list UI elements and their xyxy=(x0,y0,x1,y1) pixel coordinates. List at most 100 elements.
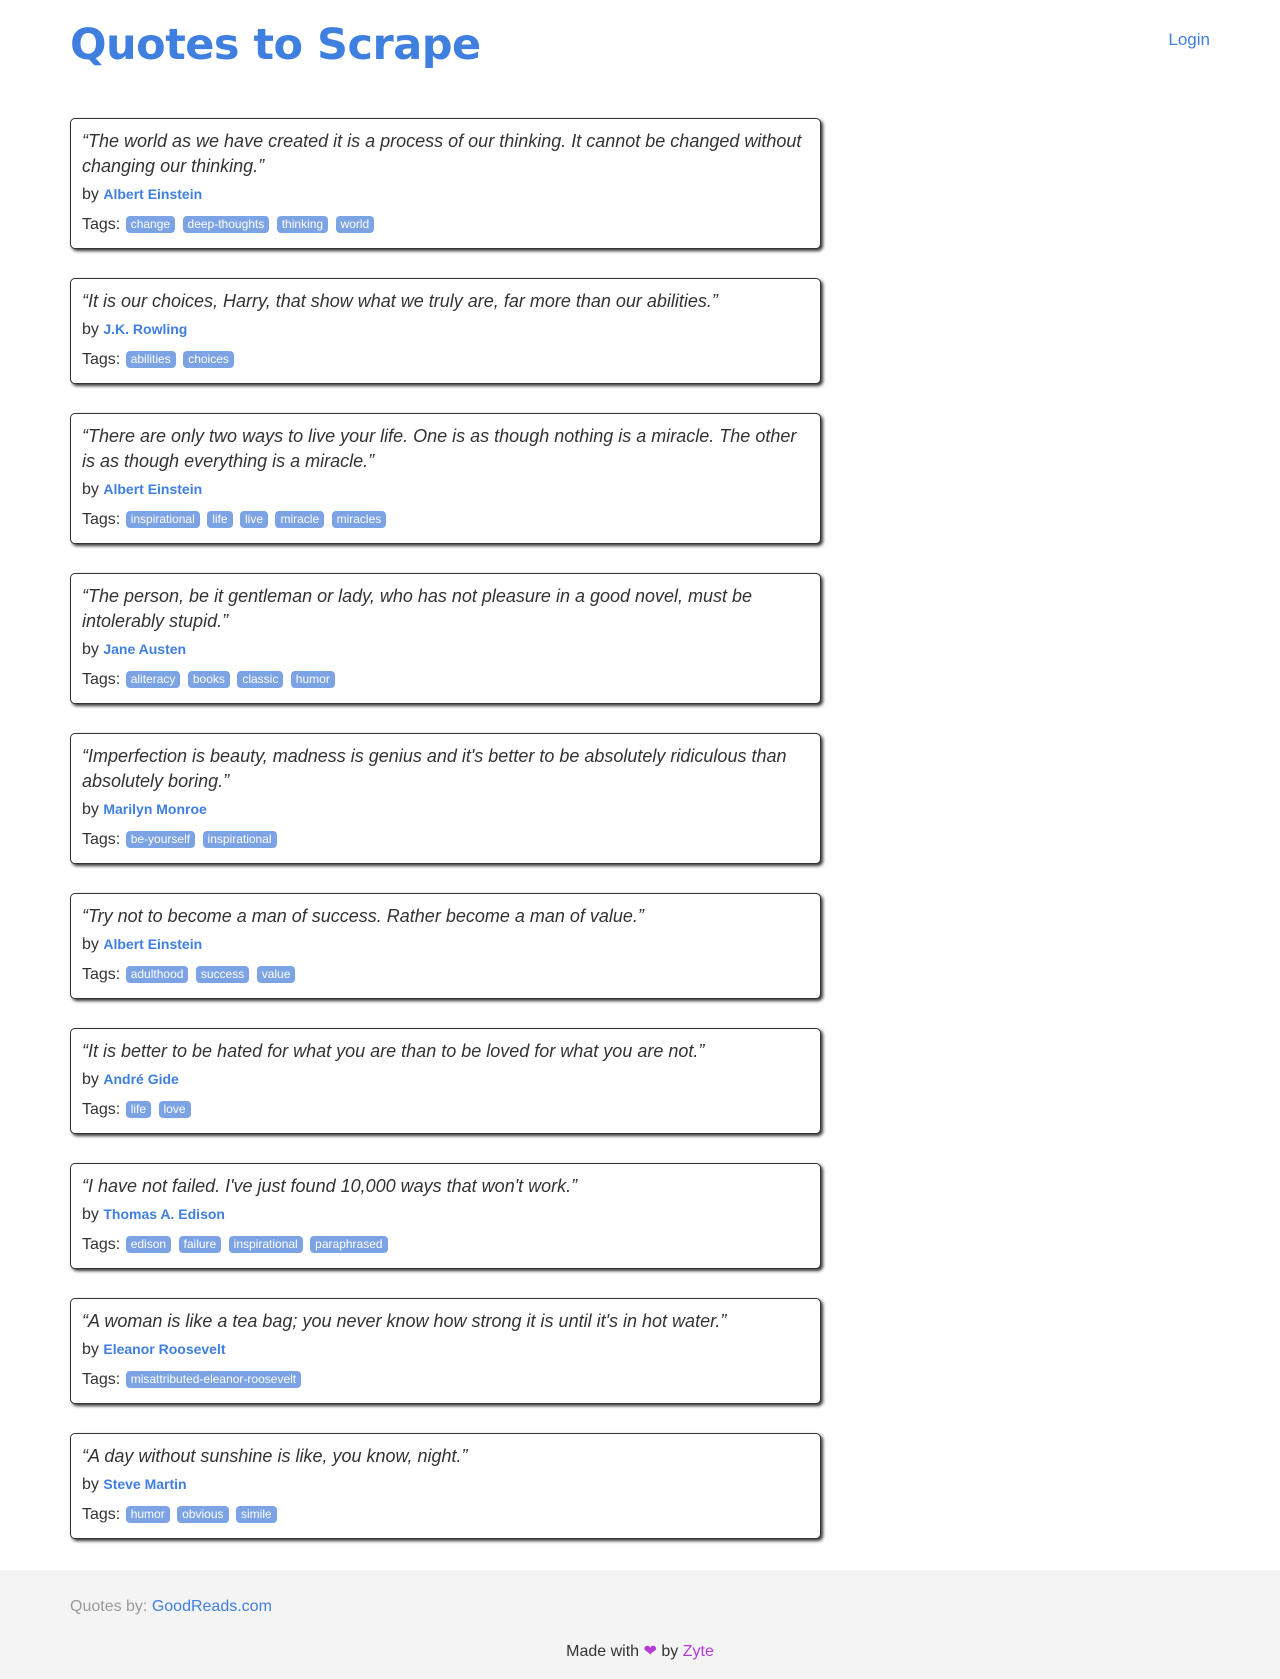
quote-text: “There are only two ways to live your li… xyxy=(82,426,797,471)
footer: Quotes by: GoodReads.com Made with ❤ by … xyxy=(0,1570,1280,1679)
tags-label: Tags: xyxy=(82,1506,121,1523)
tags-label: Tags: xyxy=(82,511,121,528)
tag-link[interactable]: inspirational xyxy=(125,511,200,528)
zyte-link[interactable]: Zyte xyxy=(683,1643,714,1660)
tag-link[interactable]: be-yourself xyxy=(125,831,196,848)
author-name: Albert Einstein xyxy=(103,481,203,497)
tags-row: Tags: aliteracy books classic humor xyxy=(82,669,809,691)
tag-link[interactable]: simile xyxy=(236,1506,277,1523)
author-name: Marilyn Monroe xyxy=(103,801,207,817)
author-line: by Albert Einstein xyxy=(82,933,809,956)
tags-row: Tags: change deep-thoughts thinking worl… xyxy=(82,214,809,236)
by-label: by xyxy=(82,801,99,818)
author-name: Jane Austen xyxy=(103,641,187,657)
quote-card: “It is better to be hated for what you a… xyxy=(70,1028,821,1134)
author-line: by Thomas A. Edison xyxy=(82,1203,809,1226)
tags-label: Tags: xyxy=(82,831,121,848)
quote-text: “It is our choices, Harry, that show wha… xyxy=(82,291,718,311)
quote-card: “Try not to become a man of success. Rat… xyxy=(70,893,821,999)
quote-text: “The world as we have created it is a pr… xyxy=(82,131,802,176)
quote-card: “A woman is like a tea bag; you never kn… xyxy=(70,1298,821,1404)
tag-link[interactable]: life xyxy=(125,1101,152,1118)
tag-link[interactable]: inspirational xyxy=(228,1236,303,1253)
tag-link[interactable]: abilities xyxy=(125,351,176,368)
tag-link[interactable]: humor xyxy=(125,1506,170,1523)
site-header: Quotes to Scrape Login xyxy=(70,0,1210,96)
by-label: by xyxy=(82,641,99,658)
author-line: by Steve Martin xyxy=(82,1473,809,1496)
tag-link[interactable]: misattributed-eleanor-roosevelt xyxy=(125,1371,302,1388)
tags-row: Tags: edison failure inspirational parap… xyxy=(82,1234,809,1256)
author-name: André Gide xyxy=(103,1071,179,1087)
tags-row: Tags: humor obvious simile xyxy=(82,1504,809,1526)
tag-link[interactable]: edison xyxy=(125,1236,172,1253)
tag-link[interactable]: inspirational xyxy=(202,831,277,848)
tags-row: Tags: be-yourself inspirational xyxy=(82,829,809,851)
tag-link[interactable]: choices xyxy=(183,351,234,368)
tags-label: Tags: xyxy=(82,351,121,368)
tags-row: Tags: abilities choices xyxy=(82,349,809,371)
tag-link[interactable]: humor xyxy=(290,671,335,688)
tag-link[interactable]: live xyxy=(240,511,269,528)
by-label: by xyxy=(82,1476,99,1493)
by-label: by xyxy=(82,936,99,953)
tag-link[interactable]: life xyxy=(207,511,233,528)
tag-link[interactable]: aliteracy xyxy=(125,671,181,688)
tag-link[interactable]: paraphrased xyxy=(310,1236,388,1253)
footer-source: Quotes by: GoodReads.com xyxy=(70,1598,272,1616)
tag-link[interactable]: thinking xyxy=(276,216,329,233)
quote-text: “A day without sunshine is like, you kno… xyxy=(82,1446,468,1466)
tag-link[interactable]: world xyxy=(335,216,375,233)
quote-card: “There are only two ways to live your li… xyxy=(70,413,821,544)
quote-card: “The person, be it gentleman or lady, wh… xyxy=(70,573,821,704)
quote-text: “A woman is like a tea bag; you never kn… xyxy=(82,1311,727,1331)
tag-link[interactable]: love xyxy=(158,1101,191,1118)
author-line: by Albert Einstein xyxy=(82,478,809,501)
tags-label: Tags: xyxy=(82,1236,121,1253)
by-label: by xyxy=(82,1071,99,1088)
author-line: by Albert Einstein xyxy=(82,183,809,206)
author-name: Thomas A. Edison xyxy=(103,1206,225,1222)
made-with-label: Made with xyxy=(566,1643,640,1660)
tag-link[interactable]: change xyxy=(125,216,176,233)
quote-card: “Imperfection is beauty, madness is geni… xyxy=(70,733,821,864)
tag-link[interactable]: obvious xyxy=(177,1506,229,1523)
author-line: by J.K. Rowling xyxy=(82,318,809,341)
author-line: by Jane Austen xyxy=(82,638,809,661)
tag-link[interactable]: success xyxy=(195,966,250,983)
tags-label: Tags: xyxy=(82,216,121,233)
quote-card: “A day without sunshine is like, you kno… xyxy=(70,1433,821,1539)
author-name: J.K. Rowling xyxy=(103,321,188,337)
author-line: by Eleanor Roosevelt xyxy=(82,1338,809,1361)
quote-text: “The person, be it gentleman or lady, wh… xyxy=(82,586,753,631)
site-title-link[interactable]: Quotes to Scrape xyxy=(70,16,481,74)
tag-link[interactable]: value xyxy=(256,966,296,983)
quote-card: “It is our choices, Harry, that show wha… xyxy=(70,278,821,384)
tags-row: Tags: misattributed-eleanor-roosevelt xyxy=(82,1369,809,1391)
quote-text: “I have not failed. I've just found 10,0… xyxy=(82,1176,578,1196)
tag-link[interactable]: miracle xyxy=(275,511,325,528)
goodreads-link[interactable]: GoodReads.com xyxy=(152,1598,272,1615)
tag-link[interactable]: adulthood xyxy=(125,966,189,983)
footer-credit: Made with ❤ by Zyte xyxy=(0,1641,1280,1661)
by-label: by xyxy=(82,1341,99,1358)
tag-link[interactable]: books xyxy=(187,671,230,688)
tags-label: Tags: xyxy=(82,1371,121,1388)
tag-link[interactable]: classic xyxy=(237,671,284,688)
quote-text: “It is better to be hated for what you a… xyxy=(82,1041,705,1061)
tag-link[interactable]: deep-thoughts xyxy=(182,216,270,233)
author-name: Albert Einstein xyxy=(103,186,203,202)
heart-icon: ❤ xyxy=(643,1643,657,1660)
quote-card: “The world as we have created it is a pr… xyxy=(70,118,821,249)
tags-label: Tags: xyxy=(82,671,121,688)
footer-source-label: Quotes by: xyxy=(70,1598,148,1615)
quote-text: “Try not to become a man of success. Rat… xyxy=(82,906,644,926)
tag-link[interactable]: failure xyxy=(178,1236,222,1253)
login-link[interactable]: Login xyxy=(1168,30,1210,50)
author-line: by André Gide xyxy=(82,1068,809,1091)
tag-link[interactable]: miracles xyxy=(331,511,387,528)
tags-label: Tags: xyxy=(82,966,121,983)
by-label: by xyxy=(82,321,99,338)
author-name: Eleanor Roosevelt xyxy=(103,1341,226,1357)
tags-row: Tags: life love xyxy=(82,1099,809,1121)
